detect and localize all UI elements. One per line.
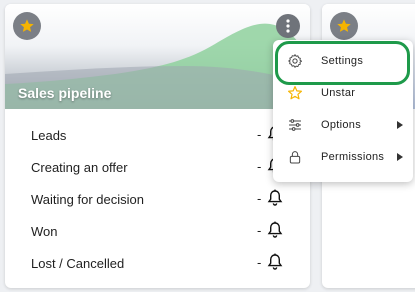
menu-item-label: Permissions xyxy=(321,151,385,163)
menu-item-label: Settings xyxy=(321,55,364,67)
menu-item-label: Unstar xyxy=(321,87,356,99)
bell-icon[interactable] xyxy=(267,189,283,207)
stage-value: - xyxy=(257,191,262,206)
bell-icon[interactable] xyxy=(267,221,283,239)
menu-item-label: Options xyxy=(321,119,362,131)
menu-item-settings[interactable]: Settings xyxy=(273,45,413,77)
stage-row-waiting-decision: Waiting for decision - xyxy=(5,183,310,215)
stage-label: Lost / Cancelled xyxy=(31,255,125,271)
stage-label: Leads xyxy=(31,127,67,143)
stage-row-lost-cancelled: Lost / Cancelled - xyxy=(5,247,310,279)
lock-icon xyxy=(289,151,301,164)
card-context-menu: Settings Unstar Options Permissions xyxy=(273,40,413,182)
star-outline-icon xyxy=(288,86,302,100)
star-icon xyxy=(20,19,34,32)
more-options-button[interactable] xyxy=(276,14,300,38)
stage-label: Creating an offer xyxy=(31,159,128,175)
stage-row-leads: Leads - xyxy=(5,119,310,151)
stage-value: - xyxy=(257,255,262,270)
card-title: Sales pipeline xyxy=(18,85,112,101)
stage-value: - xyxy=(257,127,262,142)
star-icon xyxy=(337,19,351,32)
card-header: Sales pipeline xyxy=(5,4,310,109)
bell-icon[interactable] xyxy=(267,253,283,271)
menu-item-permissions[interactable]: Permissions xyxy=(273,141,413,173)
stage-label: Waiting for decision xyxy=(31,191,144,207)
stage-row-creating-offer: Creating an offer - xyxy=(5,151,310,183)
menu-item-options[interactable]: Options xyxy=(273,109,413,141)
pipeline-card: Sales pipeline Leads - Creating an offer… xyxy=(5,4,310,288)
chevron-right-icon xyxy=(397,121,403,129)
stage-value: - xyxy=(257,223,262,238)
stage-row-won: Won - xyxy=(5,215,310,247)
favorite-button[interactable] xyxy=(13,12,41,40)
stage-label: Won xyxy=(31,223,58,239)
kebab-menu-icon xyxy=(286,19,290,33)
menu-item-unstar[interactable]: Unstar xyxy=(273,77,413,109)
gear-icon xyxy=(288,54,302,68)
sliders-icon xyxy=(289,119,301,131)
chevron-right-icon xyxy=(397,153,403,161)
stage-list: Leads - Creating an offer - Waiting for … xyxy=(5,109,310,279)
stage-value: - xyxy=(257,159,262,174)
favorite-button[interactable] xyxy=(330,12,358,40)
